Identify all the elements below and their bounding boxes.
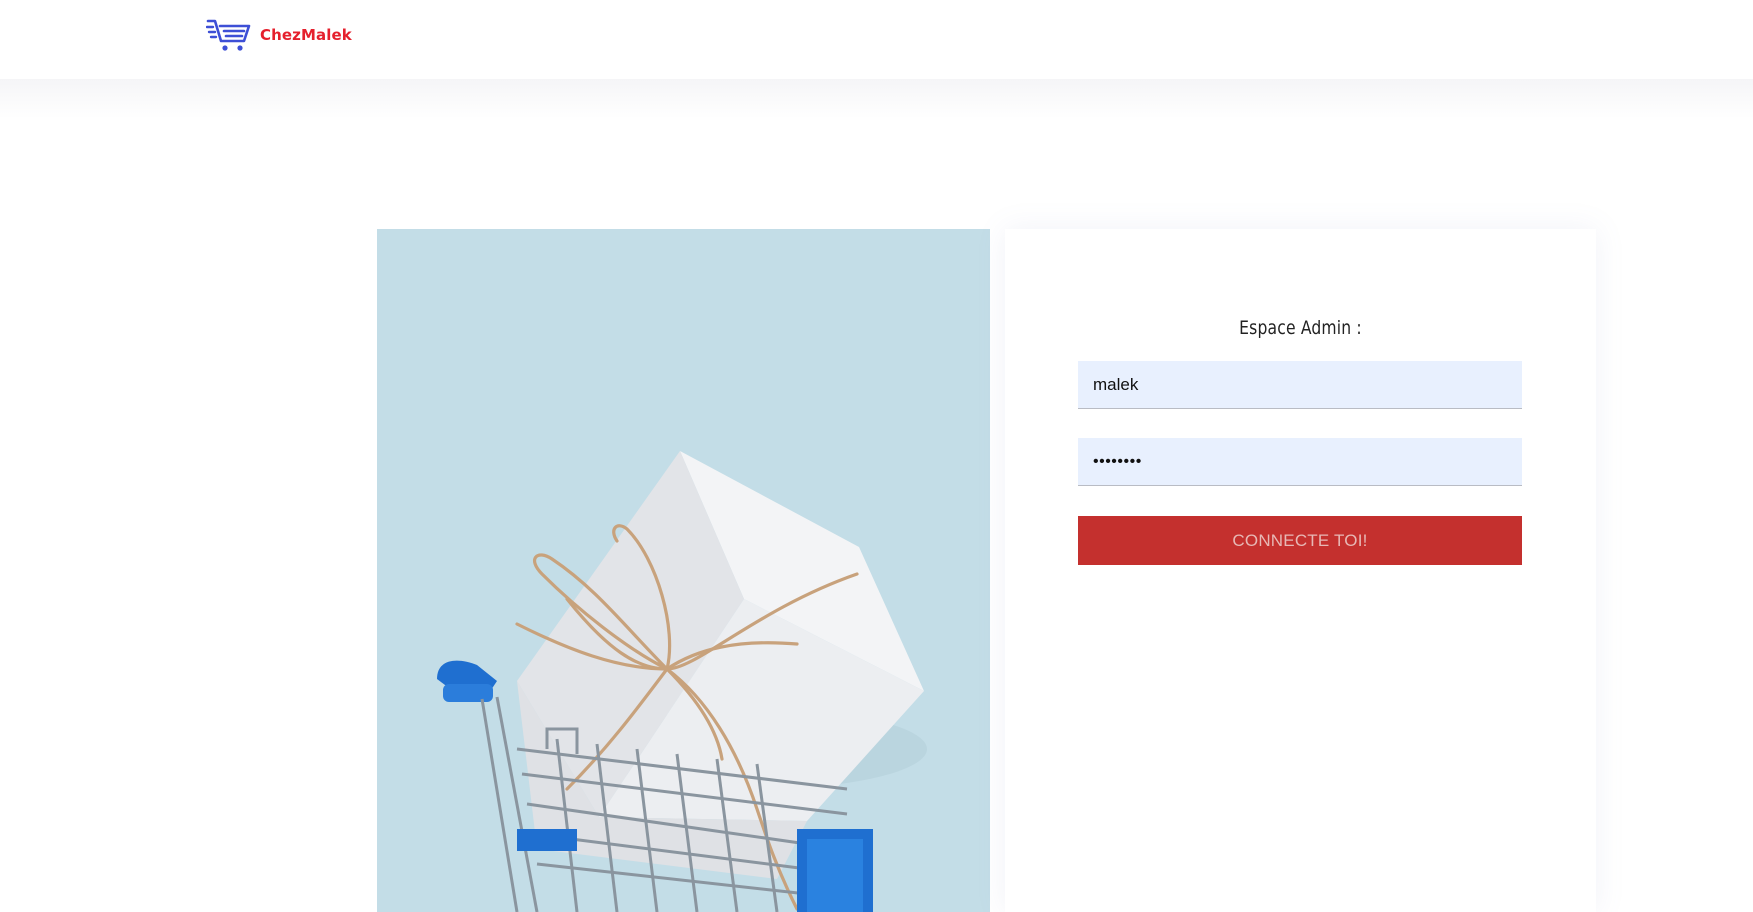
hero-image xyxy=(377,229,990,912)
password-input[interactable] xyxy=(1078,438,1522,486)
login-title: Espace Admin : xyxy=(1239,317,1362,339)
shopping-cart-icon xyxy=(206,19,251,51)
site-header: ChezMalek xyxy=(0,0,1753,79)
page: ChezMalek Espace Admin: malek •••••••• … xyxy=(0,0,1753,912)
brand-logo-link[interactable]: ChezMalek xyxy=(206,16,352,54)
login-card: Espace Admin : CONNECTE TOI! xyxy=(1005,229,1596,912)
gift-cart-illustration xyxy=(377,229,990,912)
brand-name: ChezMalek xyxy=(260,26,352,44)
username-input[interactable] xyxy=(1078,361,1522,409)
login-submit-button[interactable]: CONNECTE TOI! xyxy=(1078,516,1522,565)
header-shadow xyxy=(0,79,1753,119)
